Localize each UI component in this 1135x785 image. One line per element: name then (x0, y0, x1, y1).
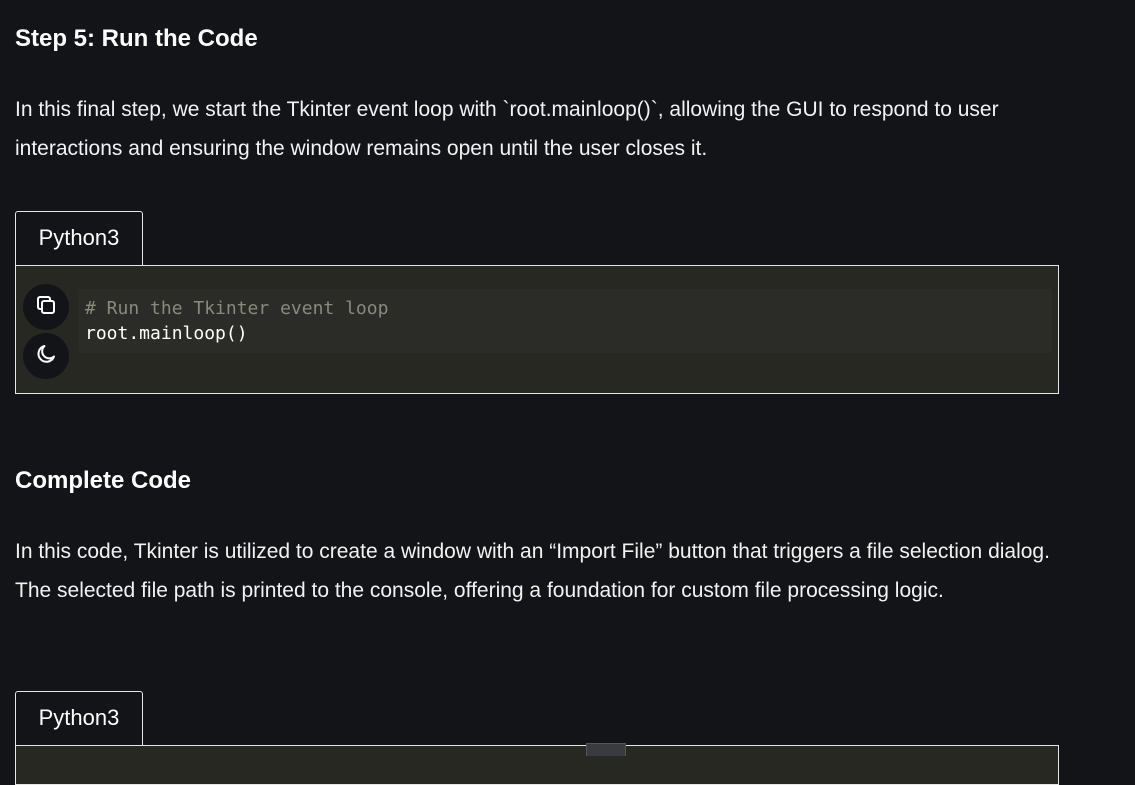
code-comment-line: # Run the Tkinter event loop (85, 298, 389, 319)
copy-button[interactable] (23, 284, 69, 330)
code-line: root.mainloop() (85, 323, 248, 344)
step5-paragraph: In this final step, we start the Tkinter… (15, 98, 999, 160)
code-block: # Run the Tkinter event loop root.mainlo… (15, 265, 1059, 394)
code-block-complete (15, 745, 1059, 785)
section-heading-step5: Step 5: Run the Code (15, 25, 258, 52)
tab-python3-complete[interactable]: Python3 (15, 691, 143, 745)
tab-python3[interactable]: Python3 (15, 211, 143, 265)
copy-icon (34, 293, 58, 322)
complete-code-paragraph: In this code, Tkinter is utilized to cre… (15, 540, 1050, 602)
scroll-to-top-button[interactable] (586, 743, 626, 756)
theme-toggle-button[interactable] (23, 333, 69, 379)
moon-icon (34, 342, 58, 371)
section-heading-complete-code: Complete Code (15, 467, 192, 494)
code-content[interactable]: # Run the Tkinter event loop root.mainlo… (78, 289, 1052, 353)
